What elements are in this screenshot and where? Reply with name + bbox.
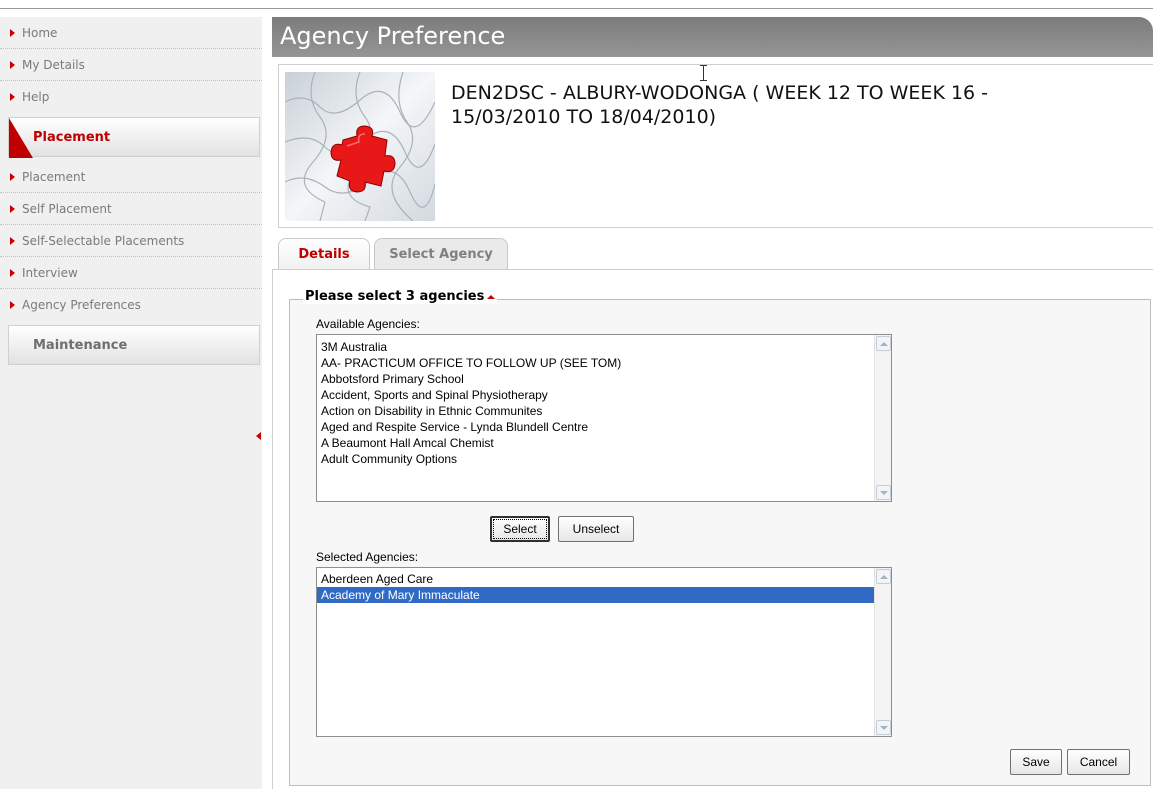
triangle-right-icon [10,28,15,37]
list-item[interactable]: Action on Disability in Ethnic Communite… [317,403,891,419]
list-item-selected[interactable]: Academy of Mary Immaculate [317,587,874,603]
section-header-maintenance[interactable]: Maintenance [8,325,260,365]
triangle-right-icon [10,60,15,69]
selected-list-scrollbar[interactable] [874,568,891,736]
top-divider [0,8,1153,9]
tab-divider [272,269,1153,270]
select-button[interactable]: Select [490,516,550,542]
list-item[interactable]: AA- PRACTICUM OFFICE TO FOLLOW UP (SEE T… [317,355,891,371]
available-list-scrollbar[interactable] [874,335,891,501]
sidebar-item-label: My Details [22,57,85,72]
sidebar-item-self-placement[interactable]: Self Placement [0,193,262,225]
triangle-right-icon [10,204,15,213]
list-item[interactable]: 3M Australia [317,339,891,355]
collapse-sidebar-icon[interactable] [256,432,261,440]
program-info-box: DEN2DSC - ALBURY-WODONGA ( WEEK 12 TO WE… [278,64,1153,228]
list-item[interactable]: Accident, Sports and Spinal Physiotherap… [317,387,891,403]
section-corner-icon [9,118,33,158]
page-title: Agency Preference [280,22,506,50]
sidebar-item-my-details[interactable]: My Details [0,49,262,81]
puzzle-image [285,72,435,221]
list-item[interactable]: A Beaumont Hall Amcal Chemist [317,435,891,451]
sidebar-item-self-selectable-placements[interactable]: Self-Selectable Placements [0,225,262,257]
sidebar-item-home[interactable]: Home [0,17,262,49]
triangle-right-icon [10,236,15,245]
selected-agencies-label: Selected Agencies: [316,550,419,564]
collapse-up-icon[interactable] [487,294,496,299]
page-title-bar: Agency Preference [272,17,1153,57]
sidebar-item-help[interactable]: Help [0,81,262,113]
sidebar-item-label: Self-Selectable Placements [22,233,185,248]
tab-select-agency[interactable]: Select Agency [374,238,508,270]
scroll-up-icon[interactable] [876,569,891,584]
list-item[interactable]: Aberdeen Aged Care [317,571,874,587]
available-agencies-listbox[interactable]: 3M Australia AA- PRACTICUM OFFICE TO FOL… [316,334,892,502]
triangle-right-icon [10,93,15,101]
section-header-label: Placement [33,129,111,145]
cancel-button[interactable]: Cancel [1067,749,1130,775]
save-button[interactable]: Save [1010,749,1062,775]
sidebar: Home My Details Help Placement Placement… [0,17,262,789]
tab-details[interactable]: Details [278,238,370,270]
triangle-right-icon [10,301,15,309]
list-item[interactable]: Adult Community Options [317,451,891,467]
unselect-button[interactable]: Unselect [558,516,634,542]
fieldset-legend: Please select 3 agencies [303,289,498,304]
sidebar-item-label: Placement [22,169,86,184]
scroll-down-icon[interactable] [876,485,891,500]
section-header-placement[interactable]: Placement [8,117,260,158]
legend-text: Please select 3 agencies [305,289,485,304]
sidebar-item-agency-preferences[interactable]: Agency Preferences [0,289,262,321]
selected-agencies-listbox[interactable]: Aberdeen Aged Care Academy of Mary Immac… [316,567,892,737]
list-item[interactable]: Aged and Respite Service - Lynda Blundel… [317,419,891,435]
available-agencies-label: Available Agencies: [316,317,420,331]
section-header-label: Maintenance [33,337,128,353]
scroll-down-icon[interactable] [876,720,891,735]
sidebar-item-label: Help [22,90,50,104]
triangle-right-icon [10,268,15,277]
sidebar-item-label: Self Placement [22,201,112,216]
sidebar-item-label: Interview [22,265,78,280]
sidebar-item-interview[interactable]: Interview [0,257,262,289]
sidebar-item-label: Home [22,25,58,40]
text-cursor-icon [700,65,707,81]
sidebar-item-placement[interactable]: Placement [0,161,262,193]
program-title: DEN2DSC - ALBURY-WODONGA ( WEEK 12 TO WE… [451,82,989,128]
triangle-right-icon [10,172,15,181]
puzzle-graphic [285,72,435,221]
scroll-up-icon[interactable] [876,336,891,351]
list-item[interactable]: Abbotsford Primary School [317,371,891,387]
sidebar-item-label: Agency Preferences [22,298,141,312]
content-left-border [272,270,273,789]
